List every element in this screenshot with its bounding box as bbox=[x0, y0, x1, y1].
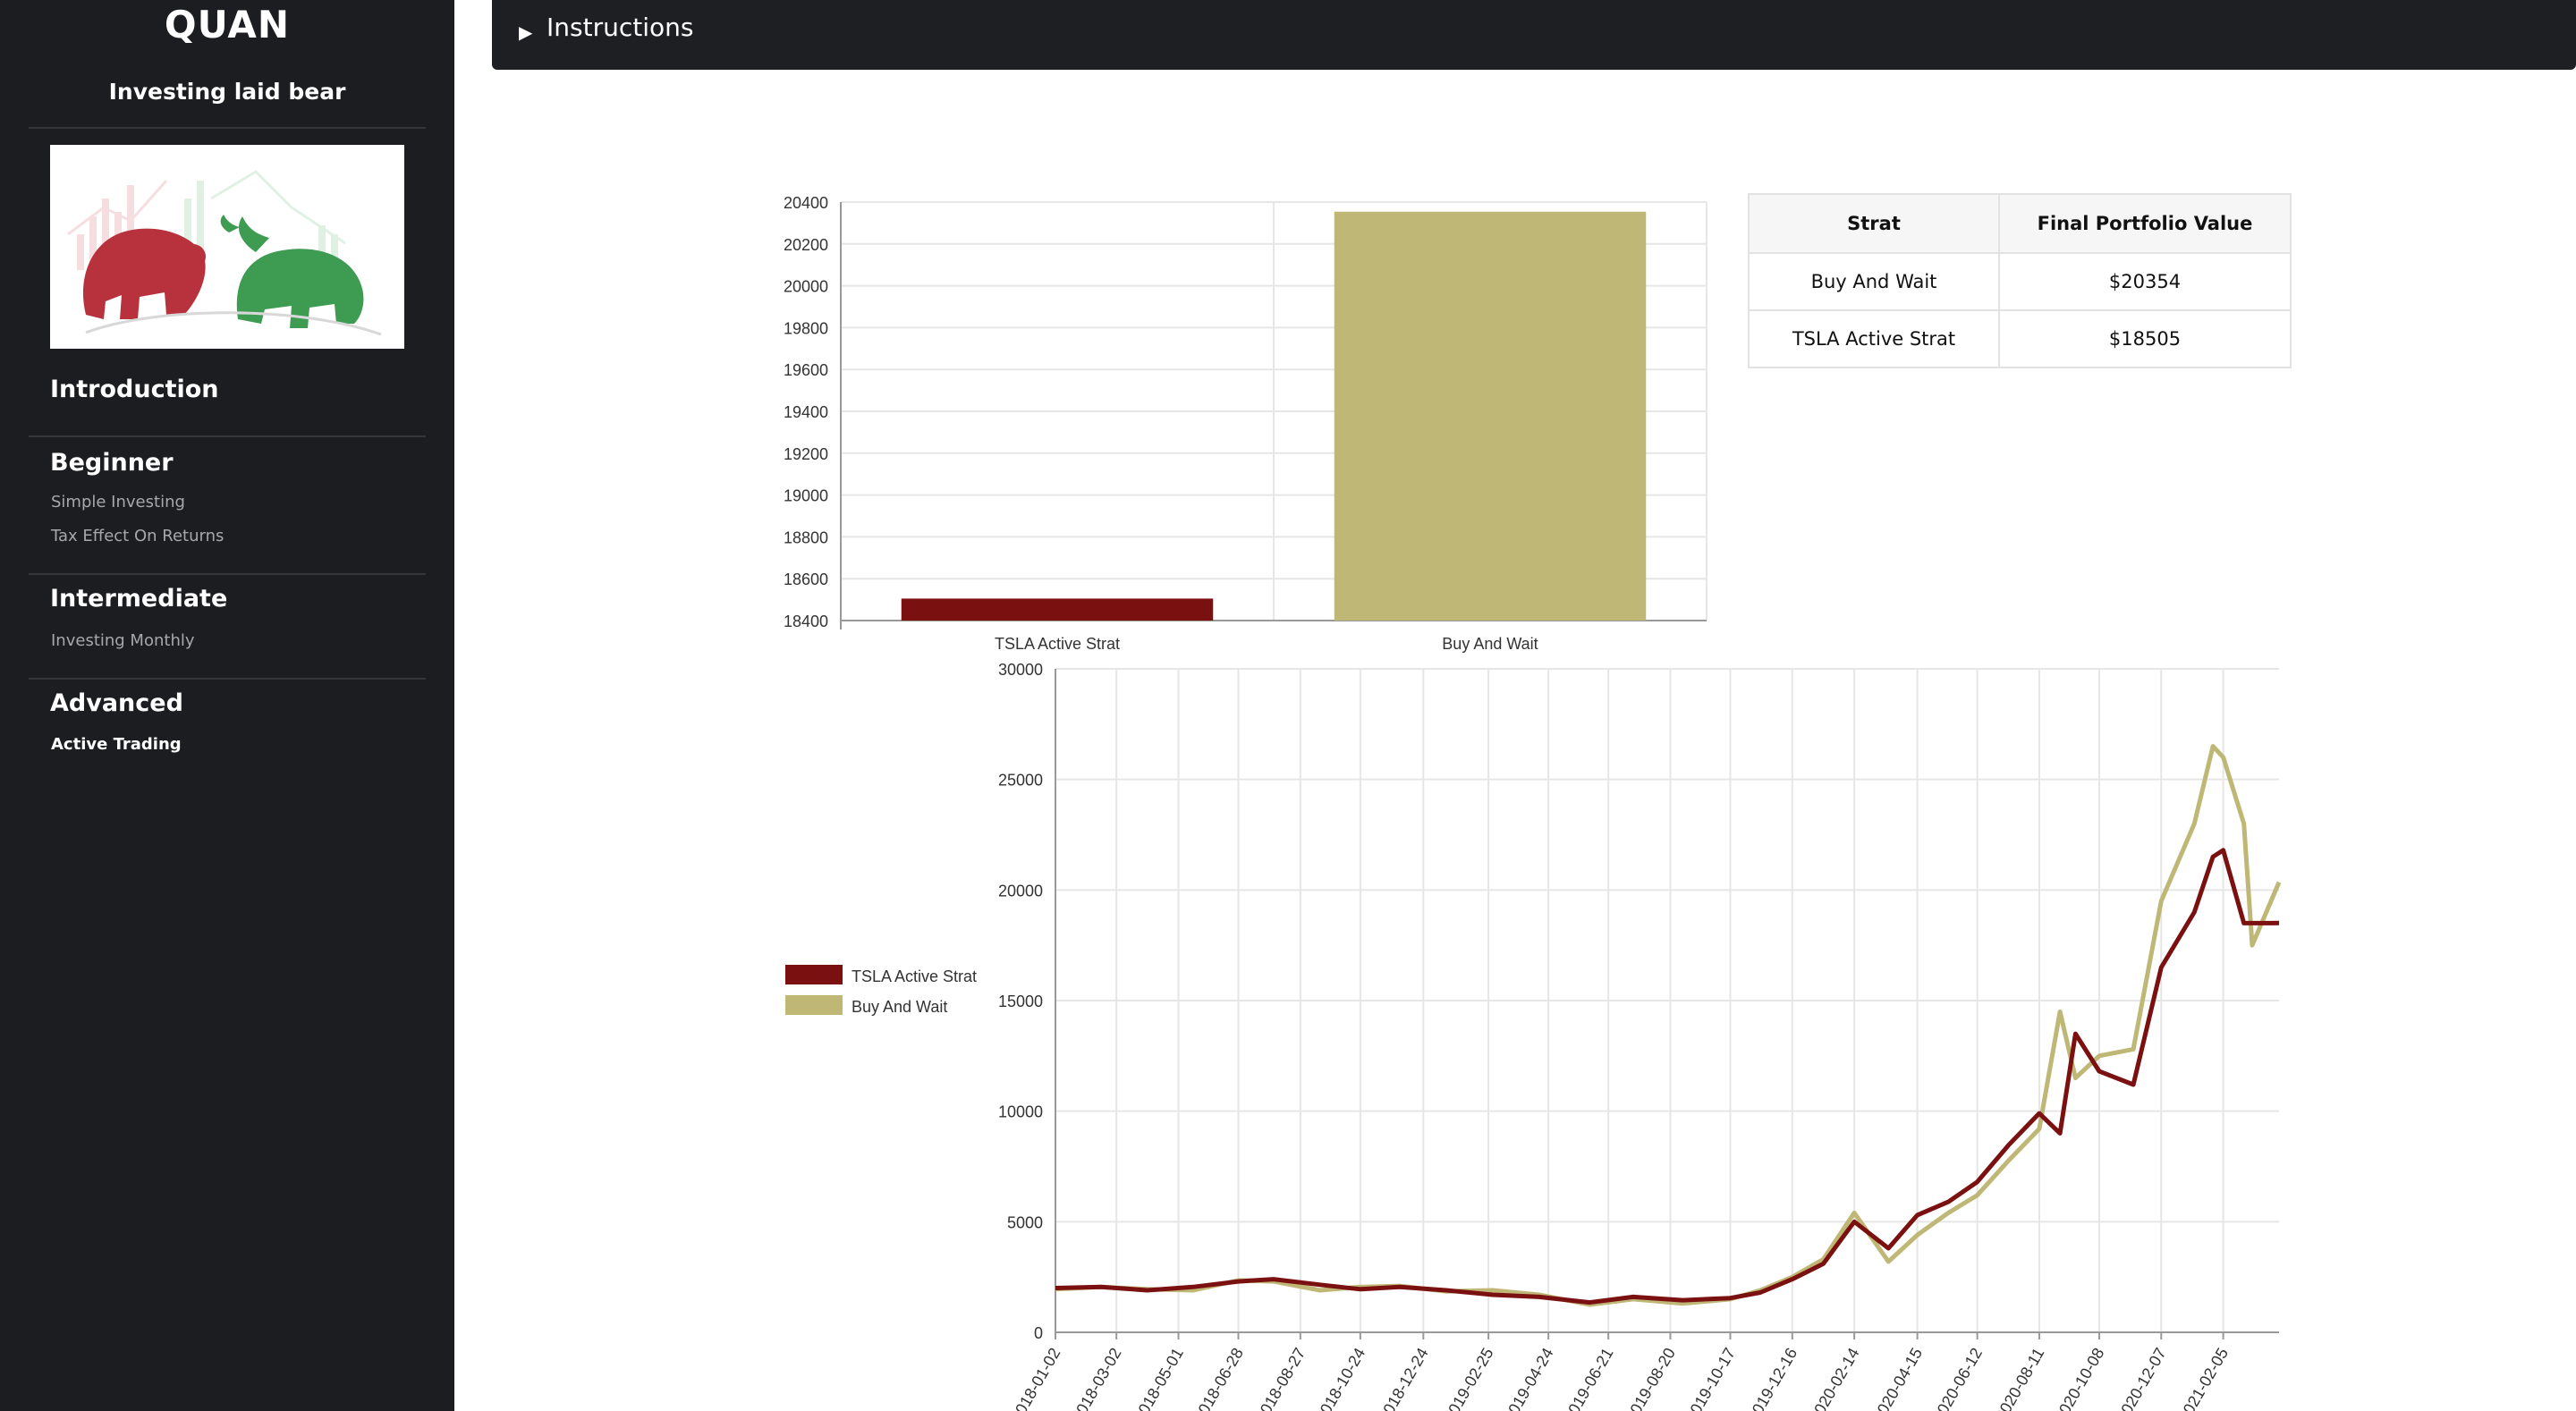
bar-y-tick-label: 20400 bbox=[784, 194, 828, 212]
line-x-tick-label: 2021-02-05 bbox=[2175, 1345, 2232, 1411]
bar-y-tick-label: 19600 bbox=[784, 361, 828, 379]
line-x-tick-label: 2020-08-11 bbox=[1992, 1345, 2048, 1411]
line-x-tick-label: 2020-04-15 bbox=[1869, 1345, 1926, 1411]
line-y-tick-label: 5000 bbox=[1007, 1213, 1043, 1231]
results-table: Strat Final Portfolio Value Buy And Wait… bbox=[1748, 193, 2292, 368]
sidebar-divider bbox=[29, 678, 426, 680]
line-y-tick-label: 0 bbox=[1034, 1324, 1043, 1342]
sidebar-divider bbox=[29, 435, 426, 437]
line-y-tick-label: 20000 bbox=[998, 882, 1043, 900]
sidebar-divider bbox=[29, 573, 426, 575]
bar-y-tick-label: 19400 bbox=[784, 403, 828, 421]
nav-link-tax-effect[interactable]: Tax Effect On Returns bbox=[51, 527, 224, 545]
legend-label: TSLA Active Strat bbox=[852, 967, 977, 985]
nav-introduction[interactable]: Introduction bbox=[50, 376, 219, 403]
nav-beginner[interactable]: Beginner bbox=[50, 449, 174, 477]
line-x-tick-label: 2018-08-27 bbox=[1252, 1345, 1309, 1411]
sidebar-divider bbox=[29, 127, 426, 129]
bar-y-tick-label: 20200 bbox=[784, 236, 828, 254]
line-y-tick-label: 15000 bbox=[998, 993, 1043, 1010]
line-x-tick-label: 2018-01-02 bbox=[1007, 1345, 1063, 1411]
bar-y-tick-label: 19800 bbox=[784, 319, 828, 337]
bar-y-tick-label: 20000 bbox=[784, 278, 828, 296]
header-final-value: Final Portfolio Value bbox=[1998, 193, 2292, 254]
line-x-tick-label: 2020-12-07 bbox=[2113, 1345, 2169, 1411]
app-subtitle: Investing laid bear bbox=[108, 79, 346, 105]
bar-y-tick-label: 19200 bbox=[784, 445, 828, 463]
nav-link-simple-investing[interactable]: Simple Investing bbox=[51, 493, 185, 511]
cell-value: $18505 bbox=[1998, 309, 2292, 368]
bar-y-tick-label: 18600 bbox=[784, 570, 828, 588]
line-x-tick-label: 2018-05-01 bbox=[1131, 1345, 1187, 1411]
bar-x-tick-label: Buy And Wait bbox=[1442, 635, 1538, 653]
cell-strat: TSLA Active Strat bbox=[1748, 309, 2000, 368]
table-row: TSLA Active Strat $18505 bbox=[1748, 309, 2292, 368]
nav-link-investing-monthly[interactable]: Investing Monthly bbox=[51, 631, 195, 650]
line-x-tick-label: 2018-10-24 bbox=[1312, 1345, 1368, 1411]
line-x-tick-label: 2020-10-08 bbox=[2051, 1345, 2107, 1411]
portfolio-value-line-chart: 0 5000 10000 15000 20000 25000 30000 2018-01-02… bbox=[785, 661, 2282, 1411]
cell-strat: Buy And Wait bbox=[1748, 252, 2000, 311]
instructions-expander[interactable]: ▶ Instructions bbox=[492, 0, 2576, 70]
line-x-tick-label: 2019-02-25 bbox=[1440, 1345, 1496, 1411]
table-row: Buy And Wait $20354 bbox=[1748, 252, 2292, 311]
bear-bull-logo bbox=[50, 145, 404, 349]
app-title: QUAN bbox=[164, 3, 291, 46]
line-x-tick-label: 2018-06-28 bbox=[1191, 1345, 1247, 1411]
bar-y-tick-label: 18400 bbox=[784, 613, 828, 630]
line-x-tick-label: 2019-08-20 bbox=[1623, 1345, 1679, 1411]
nav-advanced[interactable]: Advanced bbox=[50, 689, 183, 717]
bar-y-tick-label: 18800 bbox=[784, 528, 828, 546]
bar-buy-and-wait bbox=[1334, 211, 1647, 621]
nav-intermediate[interactable]: Intermediate bbox=[50, 585, 227, 613]
sidebar: QUAN Investing laid bear Introduction Be… bbox=[0, 0, 454, 1411]
triangle-right-icon: ▶ bbox=[519, 23, 533, 43]
line-x-tick-label: 2019-12-16 bbox=[1744, 1345, 1801, 1411]
header-strat: Strat bbox=[1748, 193, 2000, 254]
instructions-label: Instructions bbox=[547, 13, 694, 42]
legend-swatch bbox=[785, 995, 843, 1015]
legend-label: Buy And Wait bbox=[852, 998, 947, 1016]
final-value-bar-chart: 18400 18600 18800 19000 19200 19400 19600 19800… bbox=[784, 194, 1707, 653]
cell-value: $20354 bbox=[1998, 252, 2292, 311]
nav-link-active-trading[interactable]: Active Trading bbox=[51, 735, 182, 754]
bar-tsla-active-strat bbox=[901, 598, 1214, 621]
table-header-row: Strat Final Portfolio Value bbox=[1748, 193, 2292, 254]
line-y-tick-label: 30000 bbox=[998, 661, 1043, 679]
line-x-tick-label: 2018-12-24 bbox=[1375, 1345, 1431, 1411]
line-x-tick-label: 2018-03-02 bbox=[1068, 1345, 1124, 1411]
bar-x-tick-label: TSLA Active Strat bbox=[995, 635, 1120, 653]
line-x-tick-label: 2019-10-17 bbox=[1682, 1345, 1739, 1411]
bar-y-tick-label: 19000 bbox=[784, 487, 828, 505]
line-y-tick-label: 10000 bbox=[998, 1103, 1043, 1121]
line-x-tick-label: 2019-04-24 bbox=[1500, 1345, 1556, 1411]
line-x-tick-label: 2020-06-12 bbox=[1929, 1345, 1986, 1411]
line-y-tick-label: 25000 bbox=[998, 772, 1043, 790]
line-x-tick-label: 2019-06-21 bbox=[1560, 1345, 1616, 1411]
legend-swatch bbox=[785, 965, 843, 984]
line-x-tick-label: 2020-02-14 bbox=[1806, 1345, 1862, 1411]
